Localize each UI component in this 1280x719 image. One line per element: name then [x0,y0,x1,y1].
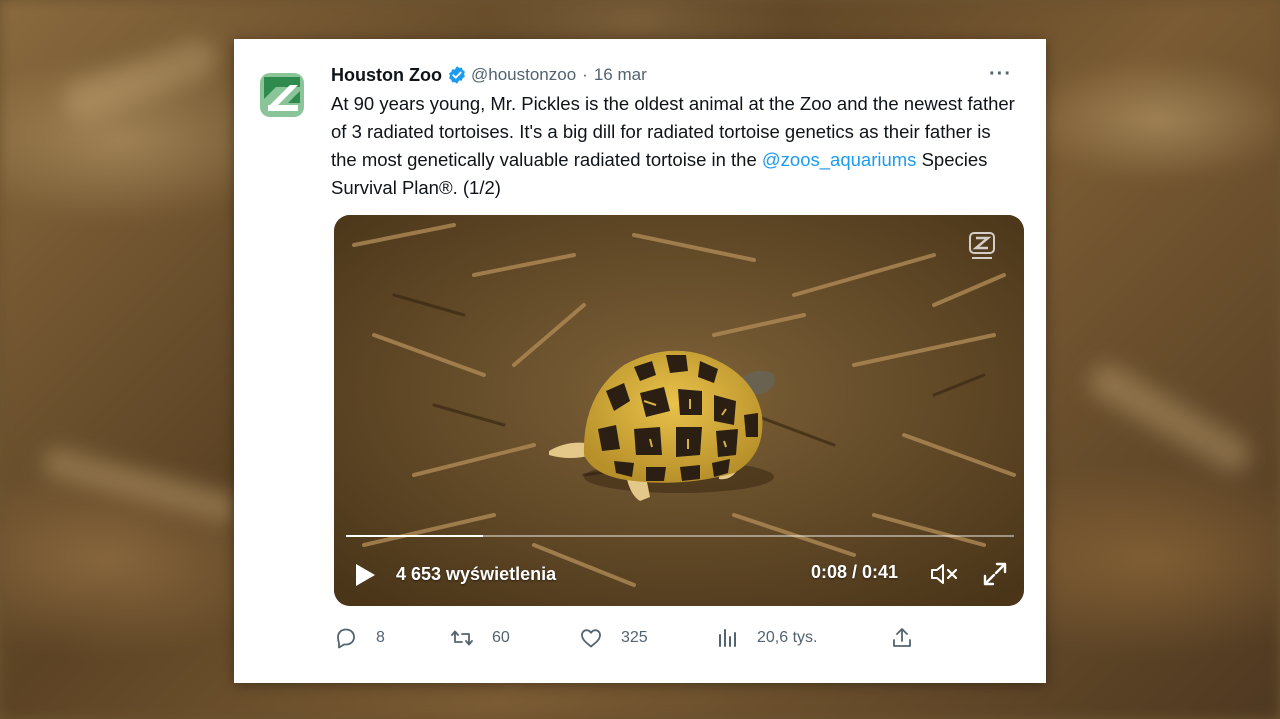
video-time: 0:08 / 0:41 [811,562,899,582]
mute-icon[interactable] [930,562,960,586]
retweet-button[interactable]: 60 [450,624,510,652]
tweet-date[interactable]: 16 mar [594,65,647,85]
views-icon [719,629,736,647]
reply-icon [337,628,355,649]
video-controls: 4 653 wyświetlenia 0:08 / 0:41 [334,545,1024,595]
zoo-logo-icon [260,73,304,117]
author-handle[interactable]: @houstonzoo [471,65,576,85]
more-icon[interactable]: ··· [989,63,1012,86]
views-count: 20,6 tys. [757,629,818,646]
like-button[interactable]: 325 [579,624,648,652]
fullscreen-icon[interactable] [982,561,1008,587]
zoo-watermark-icon [969,232,995,259]
video-view-count: 4 653 wyświetlenia [396,564,557,584]
video-player[interactable]: 4 653 wyświetlenia 0:08 / 0:41 [334,215,1024,606]
mention-link[interactable]: @zoos_aquariums [762,149,917,170]
separator-dot: · [582,65,588,84]
reply-button[interactable]: 8 [334,624,385,652]
like-count: 325 [621,629,648,646]
verified-badge-icon [449,66,465,84]
retweet-icon [451,630,473,646]
video-progress-bar[interactable] [346,535,1014,537]
reply-count: 8 [376,629,385,646]
play-icon[interactable] [354,563,376,587]
video-progress-fill [346,535,483,537]
tweet-header: Houston Zoo @houstonzoo · 16 mar ··· [331,63,1026,86]
like-icon [581,629,601,648]
tweet-text: At 90 years young, Mr. Pickles is the ol… [331,90,1021,202]
retweet-count: 60 [492,629,510,646]
share-button[interactable] [890,624,932,652]
author-name[interactable]: Houston Zoo [331,65,442,86]
tweet-actions: 8 60 325 20,6 tys. [334,624,1024,652]
tweet-card[interactable]: Houston Zoo @houstonzoo · 16 mar ··· At … [234,39,1046,683]
avatar[interactable] [258,71,306,119]
share-icon [893,628,911,647]
views-button[interactable]: 20,6 tys. [715,624,817,652]
